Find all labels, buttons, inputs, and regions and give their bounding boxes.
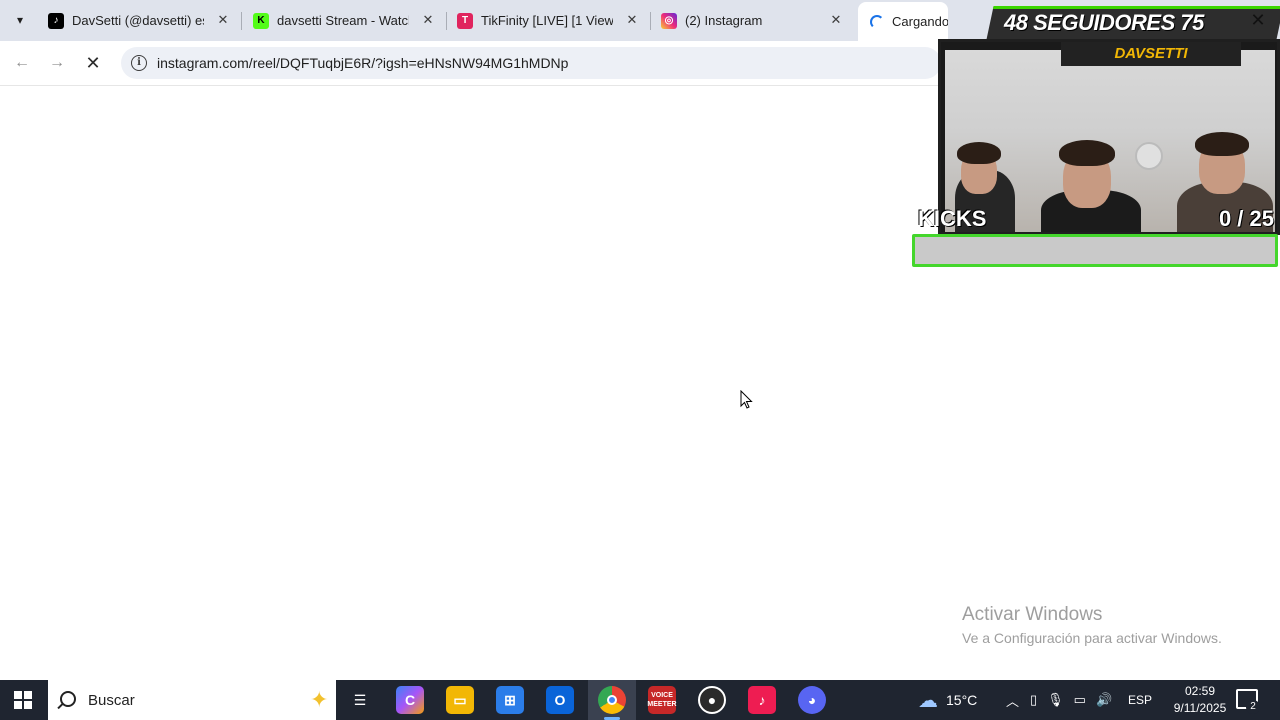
url-text[interactable]: instagram.com/reel/DQFTuqbjE6R/?igsh=eHN…	[157, 55, 568, 71]
volume-icon[interactable]: 🔊	[1096, 692, 1112, 708]
search-placeholder: Buscar	[88, 692, 135, 709]
weather-widget[interactable]: ☁ 15°C	[918, 680, 977, 720]
microphone-icon[interactable]: 🎙	[1047, 692, 1064, 708]
webcam-video	[945, 50, 1275, 232]
mouse-cursor-icon	[740, 390, 753, 409]
file-explorer-icon[interactable]: ▭	[446, 686, 474, 714]
stop-loading-icon[interactable]: ✕	[81, 51, 105, 75]
voicemeeter-icon[interactable]: VOICE MEETER	[647, 686, 677, 714]
close-tab-icon[interactable]: ✕	[216, 13, 230, 27]
search-icon	[60, 691, 76, 707]
task-view-icon[interactable]: ☰	[346, 686, 374, 714]
activate-windows-watermark: Activar Windows Ve a Configuración para …	[962, 604, 1222, 646]
tiktok-icon: ♪	[48, 12, 64, 29]
tab-tiktok[interactable]: ♪ DavSetti (@davsetti) está ✕	[36, 4, 240, 37]
store-icon[interactable]: ⊞	[496, 686, 524, 714]
back-icon[interactable]: ←	[10, 51, 34, 75]
cloudy-weather-icon: ☁	[918, 689, 938, 712]
device-icon[interactable]: ▯	[1030, 692, 1037, 708]
clock[interactable]: 02:59 9/11/2025	[1168, 683, 1232, 717]
chrome-icon[interactable]	[598, 686, 626, 714]
address-bar[interactable]: i instagram.com/reel/DQFTuqbjE6R/?igsh=e…	[121, 47, 941, 79]
screen: ▾ ♪ DavSetti (@davsetti) está ✕ K davset…	[0, 0, 1280, 720]
windows-taskbar: Buscar ✦ ☰ C ▭ ⊞ O VOICE MEETER ● ♪ ◕ ☁ …	[0, 680, 1280, 720]
search-highlight-icon: ✦	[310, 687, 329, 712]
clock-date: 9/11/2025	[1173, 701, 1227, 715]
windows-start-icon[interactable]	[14, 691, 32, 709]
close-tab-icon[interactable]: ✕	[829, 13, 843, 27]
network-icon[interactable]: ▭	[1074, 692, 1086, 708]
followers-goal-text: 48 SEGUIDORES 75	[1004, 10, 1204, 35]
tab-title: DavSetti (@davsetti) está	[72, 13, 204, 28]
loading-spinner-icon	[870, 14, 884, 29]
show-hidden-icons[interactable]: ︿	[1006, 680, 1019, 720]
site-info-icon[interactable]: i	[131, 55, 147, 71]
tab-tikfinity[interactable]: T TikFinity [LIVE] [1 Viewers ✕	[445, 4, 649, 37]
kick-icon: K	[253, 12, 269, 29]
tab-instagram[interactable]: ◎ (2) Instagram ✕	[649, 4, 853, 37]
notification-count: 2	[1246, 700, 1260, 714]
tikfinity-icon: T	[457, 12, 473, 29]
copilot-icon[interactable]: C	[396, 686, 424, 714]
language-indicator[interactable]: ESP	[1128, 680, 1152, 720]
tab-title: TikFinity [LIVE] [1 Viewers	[481, 13, 613, 28]
clock-time: 02:59	[1184, 684, 1216, 698]
taskbar-search-box[interactable]: Buscar ✦	[48, 680, 336, 720]
stream-overlay: 48 SEGUIDORES 75 DAVSETTI KICKS 0 / 25	[912, 6, 1280, 268]
kicks-label: KICKS	[918, 206, 987, 231]
outlook-icon[interactable]: O	[546, 686, 574, 714]
watermark-title: Activar Windows	[962, 604, 1103, 625]
name-plate: DAVSETTI	[1061, 42, 1241, 66]
tab-search-chevron-icon[interactable]: ▾	[8, 8, 32, 32]
hair	[1195, 132, 1249, 156]
close-tab-icon[interactable]: ✕	[625, 13, 639, 27]
tray-icon-group: ▯ 🎙 ▭ 🔊	[1030, 680, 1112, 720]
chevron-up-icon: ︿	[1006, 693, 1020, 709]
hair	[1059, 140, 1115, 166]
streamer-name: DAVSETTI	[1114, 45, 1188, 62]
forward-icon[interactable]: →	[45, 51, 69, 75]
kicks-count: 0 / 25	[1218, 206, 1274, 231]
tab-kick[interactable]: K davsetti Stream - Watch ✕	[241, 4, 445, 37]
close-tab-icon[interactable]: ✕	[421, 13, 435, 27]
obs-icon[interactable]: ●	[698, 686, 726, 714]
tab-title: (2) Instagram	[685, 13, 763, 28]
weather-temp: 15°C	[946, 692, 978, 708]
tiktok-live-icon[interactable]: ♪	[748, 686, 776, 714]
instagram-icon: ◎	[661, 12, 677, 29]
discord-icon[interactable]: ◕	[798, 686, 826, 714]
overlay-close-icon[interactable]: ✕	[1248, 10, 1268, 30]
fan	[1135, 142, 1163, 170]
watermark-subtitle: Ve a Configuración para activar Windows.	[962, 630, 1222, 646]
tab-title: davsetti Stream - Watch	[277, 13, 409, 28]
kicks-progress-bar	[912, 234, 1278, 267]
hair	[957, 142, 1001, 164]
